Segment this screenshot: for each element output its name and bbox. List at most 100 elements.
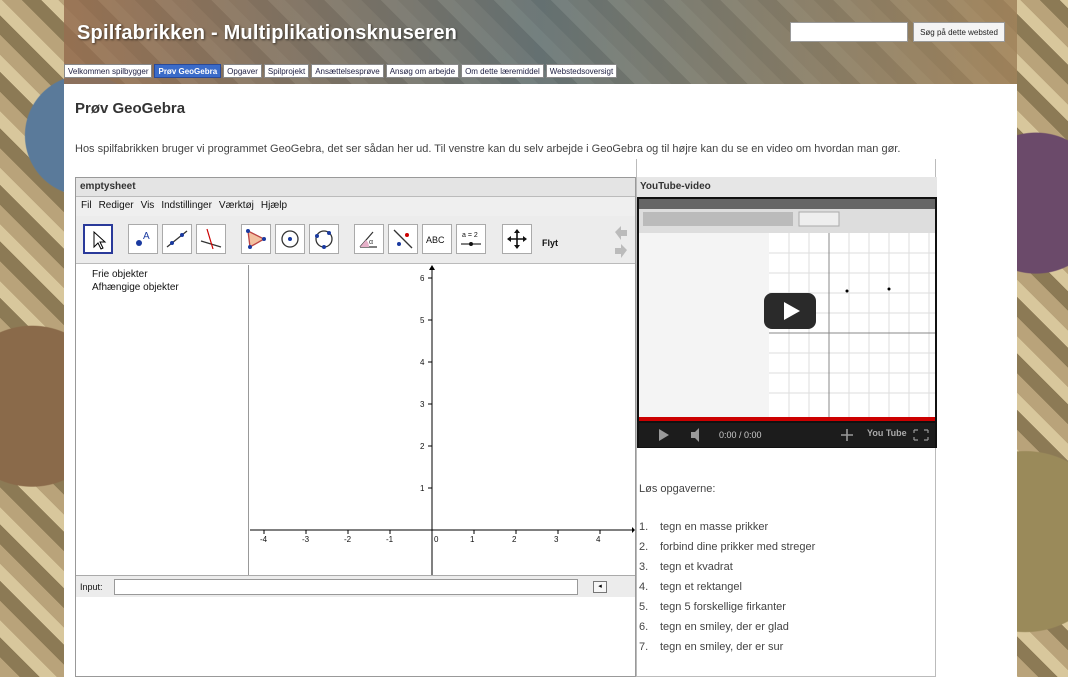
task-number: 7. bbox=[639, 641, 649, 653]
task-number: 3. bbox=[639, 561, 649, 573]
y-tick-label: 6 bbox=[420, 274, 425, 283]
graphics-canvas[interactable]: -4 -3 -2 -1 0 1 2 3 4 1 2 3 4 5 6 bbox=[250, 265, 635, 575]
polygon-tool-icon[interactable] bbox=[241, 224, 271, 254]
algebra-view[interactable]: Frie objekter Afhængige objekter bbox=[76, 265, 249, 575]
input-label: Input: bbox=[80, 582, 103, 592]
menu-vaerktoj[interactable]: Værktøj bbox=[219, 200, 254, 213]
y-tick-label: 1 bbox=[420, 484, 425, 493]
task-text: tegn et rektangel bbox=[660, 581, 742, 593]
menu-hjaelp[interactable]: Hjælp bbox=[261, 200, 287, 213]
x-tick-label: -2 bbox=[344, 535, 352, 544]
x-tick-label: -4 bbox=[260, 535, 268, 544]
volume-icon[interactable] bbox=[691, 428, 699, 442]
svg-text:A: A bbox=[143, 231, 150, 242]
play-button-icon[interactable] bbox=[764, 293, 816, 329]
site-title: Spilfabrikken - Multiplikationsknuseren bbox=[77, 22, 458, 44]
search-button[interactable]: Søg på dette websted bbox=[913, 22, 1005, 42]
algebra-free-objects: Frie objekter bbox=[92, 269, 148, 280]
input-help-icon[interactable]: ◂ bbox=[593, 581, 607, 593]
algebra-dependent-objects: Afhængige objekter bbox=[92, 282, 179, 293]
move-tool-icon[interactable] bbox=[83, 224, 113, 254]
undo-redo-icon[interactable] bbox=[611, 222, 631, 258]
circle-three-points-tool-icon[interactable] bbox=[309, 224, 339, 254]
y-tick-label: 5 bbox=[420, 316, 425, 325]
site: Spilfabrikken - Multiplikationsknuseren … bbox=[64, 0, 1017, 677]
nav-item-spilprojekt[interactable]: Spilprojekt bbox=[263, 64, 310, 78]
task-number: 5. bbox=[639, 601, 649, 613]
video-title: YouTube-video bbox=[637, 177, 937, 197]
video-progress-bar[interactable] bbox=[639, 417, 935, 421]
move-view-tool-icon[interactable] bbox=[502, 224, 532, 254]
y-tick-label: 4 bbox=[420, 358, 425, 367]
nav-item-webstedsoversigt[interactable]: Webstedsoversigt bbox=[545, 64, 618, 78]
list-item: 5. tegn 5 forskellige firkanter bbox=[639, 601, 815, 621]
slider-tool-icon[interactable]: a = 2 bbox=[456, 224, 486, 254]
circle-center-tool-icon[interactable] bbox=[275, 224, 305, 254]
reflect-tool-icon[interactable] bbox=[388, 224, 418, 254]
main-nav: Velkommen spilbygger Prøv GeoGebra Opgav… bbox=[64, 64, 618, 78]
tasks-heading: Løs opgaverne: bbox=[639, 483, 716, 495]
menu-indstillinger[interactable]: Indstillinger bbox=[161, 200, 212, 213]
page-title: Prøv GeoGebra bbox=[75, 100, 186, 117]
menu-vis[interactable]: Vis bbox=[141, 200, 155, 213]
nav-item-ansog[interactable]: Ansøg om arbejde bbox=[385, 64, 460, 78]
y-tick-label: 3 bbox=[420, 400, 425, 409]
task-text: tegn 5 forskellige firkanter bbox=[660, 601, 786, 613]
y-axis-arrow bbox=[429, 265, 435, 270]
add-icon[interactable] bbox=[841, 429, 853, 441]
menu-fil[interactable]: Fil bbox=[81, 200, 92, 213]
menu-rediger[interactable]: Rediger bbox=[99, 200, 134, 213]
line-tool-icon[interactable] bbox=[162, 224, 192, 254]
video-time: 0:00 / 0:00 bbox=[719, 430, 762, 440]
list-item: 1. tegn en masse prikker bbox=[639, 521, 815, 541]
play-icon[interactable] bbox=[659, 429, 669, 441]
x-tick-label: 3 bbox=[554, 535, 559, 544]
list-item: 7. tegn en smiley, der er sur bbox=[639, 641, 815, 661]
intro-text: Hos spilfabrikken bruger vi programmet G… bbox=[75, 143, 901, 155]
nav-item-prov-geogebra[interactable]: Prøv GeoGebra bbox=[154, 64, 222, 78]
svg-text:ABC: ABC bbox=[426, 235, 445, 245]
x-tick-label: 1 bbox=[470, 535, 475, 544]
task-number: 1. bbox=[639, 521, 649, 533]
video-thumbnail bbox=[639, 199, 935, 417]
input-bar: Input: ◂ bbox=[76, 575, 635, 597]
x-axis-arrow bbox=[632, 527, 635, 533]
right-column: YouTube-video 0:00 / 0:00 You Tube Løs o… bbox=[636, 159, 937, 677]
list-item: 3. tegn et kvadrat bbox=[639, 561, 815, 581]
youtube-logo[interactable]: You Tube bbox=[867, 428, 907, 438]
active-tool-name: Flyt bbox=[542, 238, 559, 248]
task-number: 6. bbox=[639, 621, 649, 633]
x-tick-label: 4 bbox=[596, 535, 601, 544]
applet-toolbar: A α ABC a = 2 Flyt bbox=[76, 216, 635, 264]
x-tick-label: -3 bbox=[302, 535, 310, 544]
page-content: Prøv GeoGebra Hos spilfabrikken bruger v… bbox=[64, 84, 1017, 677]
x-tick-label: 2 bbox=[512, 535, 517, 544]
input-field[interactable] bbox=[114, 579, 578, 595]
task-list: 1. tegn en masse prikker 2. forbind dine p… bbox=[639, 521, 815, 661]
task-text: tegn en smiley, der er sur bbox=[660, 641, 784, 653]
nav-item-velkommen[interactable]: Velkommen spilbygger bbox=[64, 64, 153, 78]
nav-item-ansaettelsesprove[interactable]: Ansættelsesprøve bbox=[311, 64, 384, 78]
search-input[interactable] bbox=[790, 22, 908, 42]
list-item: 4. tegn et rektangel bbox=[639, 581, 815, 601]
task-number: 2. bbox=[639, 541, 649, 553]
fullscreen-icon[interactable] bbox=[913, 429, 929, 441]
task-text: forbind dine prikker med streger bbox=[660, 541, 816, 553]
angle-tool-icon[interactable]: α bbox=[354, 224, 384, 254]
graphics-view[interactable]: -4 -3 -2 -1 0 1 2 3 4 1 2 3 4 5 6 bbox=[250, 265, 635, 575]
y-tick-label: 2 bbox=[420, 442, 425, 451]
applet-title: emptysheet bbox=[76, 178, 635, 197]
nav-item-opgaver[interactable]: Opgaver bbox=[223, 64, 262, 78]
perpendicular-tool-icon[interactable] bbox=[196, 224, 226, 254]
youtube-video[interactable]: 0:00 / 0:00 You Tube bbox=[637, 197, 937, 448]
text-tool-icon[interactable]: ABC bbox=[422, 224, 452, 254]
nav-item-om-laeremiddel[interactable]: Om dette læremiddel bbox=[461, 64, 544, 78]
list-item: 2. forbind dine prikker med streger bbox=[639, 541, 815, 561]
task-text: tegn en masse prikker bbox=[660, 521, 769, 533]
point-tool-icon[interactable]: A bbox=[128, 224, 158, 254]
task-text: tegn en smiley, der er glad bbox=[660, 621, 789, 633]
site-header: Spilfabrikken - Multiplikationsknuseren … bbox=[64, 0, 1017, 84]
applet-menubar: Fil Rediger Vis Indstillinger Værktøj Hj… bbox=[76, 197, 635, 216]
svg-text:a = 2: a = 2 bbox=[462, 232, 478, 239]
task-number: 4. bbox=[639, 581, 649, 593]
